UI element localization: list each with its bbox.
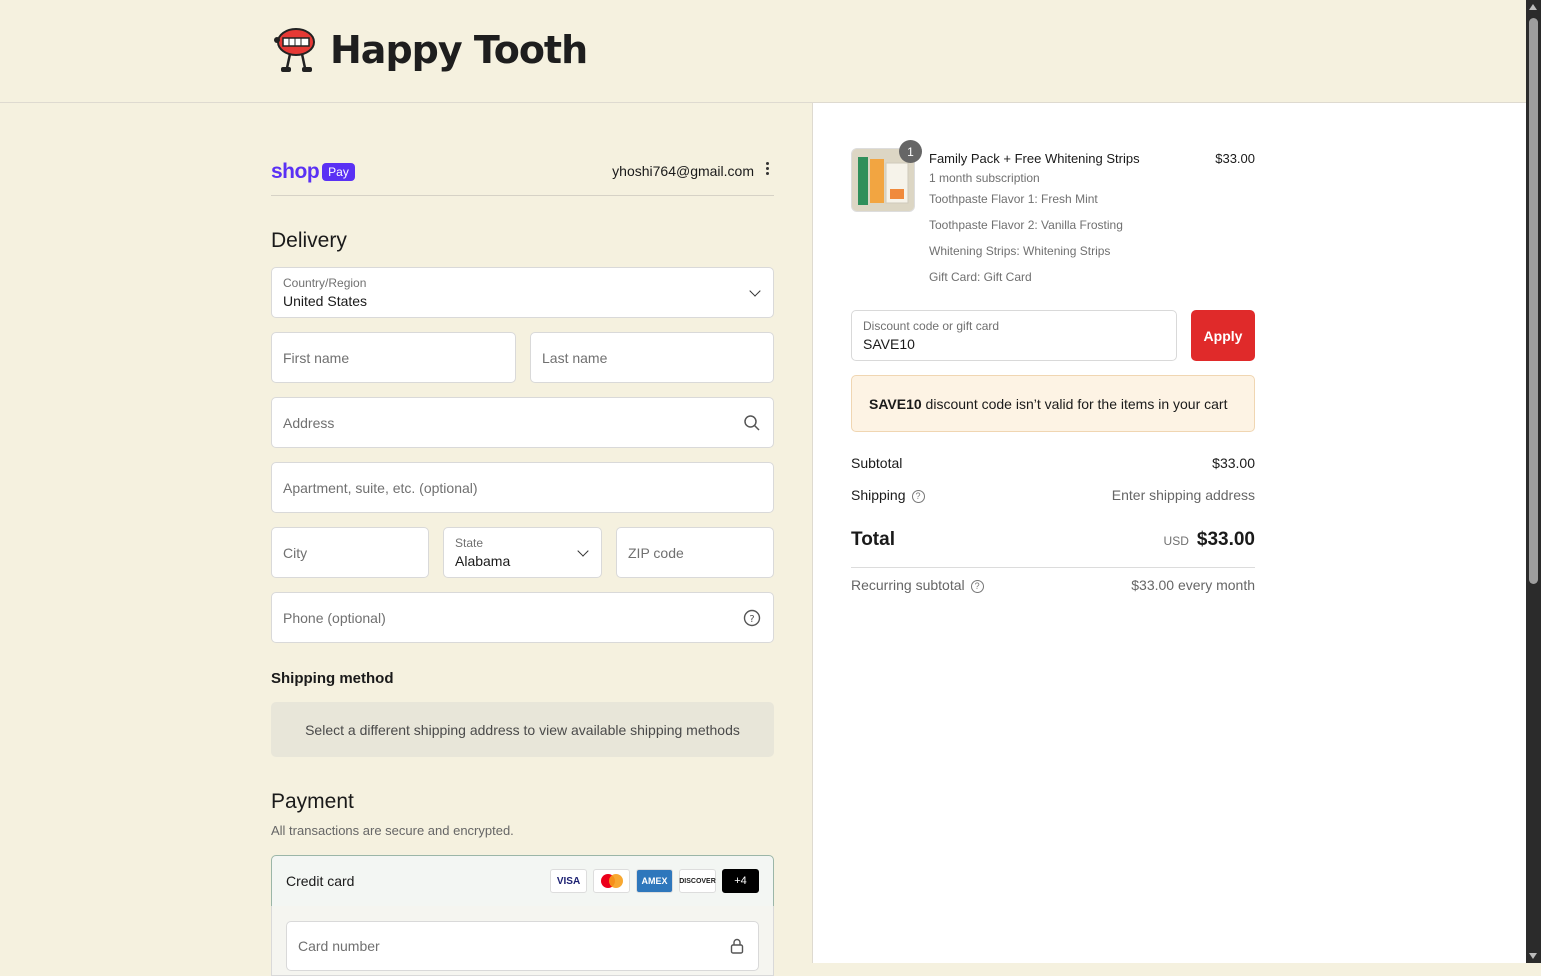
subtotal-label: Subtotal — [851, 455, 903, 471]
card-number-field[interactable]: Card number — [286, 921, 759, 971]
apply-discount-button[interactable]: Apply — [1191, 310, 1255, 361]
discount-code-value: SAVE10 — [863, 336, 915, 352]
product-subscription: 1 month subscription — [929, 171, 1040, 185]
product-option: Whitening Strips: Whitening Strips — [929, 244, 1111, 258]
shipping-label: Shipping — [851, 487, 906, 503]
help-circle-icon[interactable]: ? — [911, 489, 925, 503]
phone-field[interactable]: Phone (optional) ? — [271, 592, 774, 643]
first-name-field[interactable]: First name — [271, 332, 516, 383]
card-brand-list: VISA AMEX DISCOVER +4 — [550, 869, 759, 893]
discover-icon: DISCOVER — [679, 869, 716, 893]
mastercard-icon — [593, 869, 630, 893]
scroll-up-arrow-icon[interactable] — [1529, 4, 1537, 10]
total-label: Total — [851, 529, 895, 550]
product-option: Toothpaste Flavor 1: Fresh Mint — [929, 192, 1098, 206]
discount-error-text: discount code isn’t valid for the items … — [921, 396, 1228, 412]
product-option: Gift Card: Gift Card — [929, 270, 1032, 284]
item-quantity-badge: 1 — [899, 140, 922, 163]
state-label: State — [455, 536, 484, 550]
chevron-down-icon — [749, 284, 761, 297]
shop-pay-account-row: shop Pay yhoshi764@gmail.com — [271, 158, 774, 196]
help-circle-icon[interactable]: ? — [743, 609, 761, 627]
product-name: Family Pack + Free Whitening Strips — [929, 151, 1140, 166]
recurring-subtotal-value: $33.00 every month — [1131, 577, 1255, 593]
discount-code-label: Discount code or gift card — [863, 319, 1000, 333]
shipping-method-heading: Shipping method — [271, 670, 394, 687]
country-value: United States — [283, 293, 368, 309]
more-cards-badge: +4 — [722, 869, 759, 893]
brand-logo[interactable]: Happy Tooth — [272, 26, 588, 74]
account-menu-icon[interactable] — [764, 162, 770, 178]
product-price: $33.00 — [1215, 151, 1255, 166]
zip-field[interactable]: ZIP code — [616, 527, 774, 578]
shop-pay-badge: Pay — [322, 163, 355, 181]
total-currency: USD — [1163, 534, 1189, 548]
shop-pay-word: shop — [271, 160, 320, 183]
apartment-field[interactable]: Apartment, suite, etc. (optional) — [271, 462, 774, 513]
shipping-value: Enter shipping address — [1111, 487, 1255, 503]
search-icon — [744, 414, 760, 431]
last-name-field[interactable]: Last name — [530, 332, 774, 383]
country-label: Country/Region — [283, 276, 367, 290]
total-row: Total USD $33.00 — [851, 529, 1255, 551]
payment-heading: Payment — [271, 790, 354, 813]
zip-placeholder: ZIP code — [628, 544, 684, 561]
apartment-placeholder: Apartment, suite, etc. (optional) — [283, 479, 478, 496]
scroll-down-arrow-icon[interactable] — [1529, 953, 1537, 959]
page-scrollbar[interactable] — [1526, 0, 1541, 963]
shop-pay-logo: shop Pay — [271, 160, 355, 184]
last-name-placeholder: Last name — [542, 349, 608, 366]
credit-card-label: Credit card — [286, 873, 355, 889]
credit-card-form: Card number — [271, 906, 774, 976]
help-circle-icon[interactable]: ? — [970, 579, 984, 593]
state-select[interactable]: State Alabama — [443, 527, 602, 578]
visa-icon: VISA — [550, 869, 587, 893]
country-select[interactable]: Country/Region United States — [271, 267, 774, 318]
first-name-placeholder: First name — [283, 349, 350, 366]
recurring-subtotal-row: Recurring subtotal? $33.00 every month — [851, 577, 1255, 593]
chevron-down-icon — [577, 544, 589, 557]
shipping-row: Shipping? Enter shipping address — [851, 487, 1255, 503]
account-email: yhoshi764@gmail.com — [612, 163, 754, 179]
phone-placeholder: Phone (optional) — [283, 609, 386, 626]
brand-name: Happy Tooth — [330, 28, 588, 72]
delivery-heading: Delivery — [271, 229, 347, 252]
discount-error-message: SAVE10 discount code isn’t valid for the… — [851, 375, 1255, 432]
total-value: $33.00 — [1196, 529, 1255, 550]
shipping-method-notice: Select a different shipping address to v… — [271, 702, 774, 757]
discount-error-code: SAVE10 — [869, 396, 922, 412]
scrollbar-thumb[interactable] — [1529, 18, 1538, 584]
city-placeholder: City — [283, 544, 308, 561]
site-header: Happy Tooth — [0, 0, 1526, 103]
discount-code-field[interactable]: Discount code or gift card SAVE10 — [851, 310, 1177, 361]
address-field[interactable]: Address — [271, 397, 774, 448]
subtotal-value: $33.00 — [1212, 455, 1255, 471]
state-value: Alabama — [455, 553, 511, 569]
lock-icon — [730, 938, 744, 954]
summary-divider — [851, 567, 1255, 568]
teeth-mascot-icon — [274, 28, 315, 72]
credit-card-option[interactable]: Credit card VISA AMEX DISCOVER +4 — [271, 855, 774, 907]
payment-subtitle: All transactions are secure and encrypte… — [271, 823, 514, 838]
product-option: Toothpaste Flavor 2: Vanilla Frosting — [929, 218, 1123, 232]
address-placeholder: Address — [283, 414, 335, 431]
recurring-subtotal-label: Recurring subtotal — [851, 577, 965, 593]
card-number-placeholder: Card number — [298, 938, 380, 954]
svg-text:?: ? — [749, 614, 754, 625]
subtotal-row: Subtotal $33.00 — [851, 455, 1255, 471]
amex-icon: AMEX — [636, 869, 673, 893]
city-field[interactable]: City — [271, 527, 429, 578]
